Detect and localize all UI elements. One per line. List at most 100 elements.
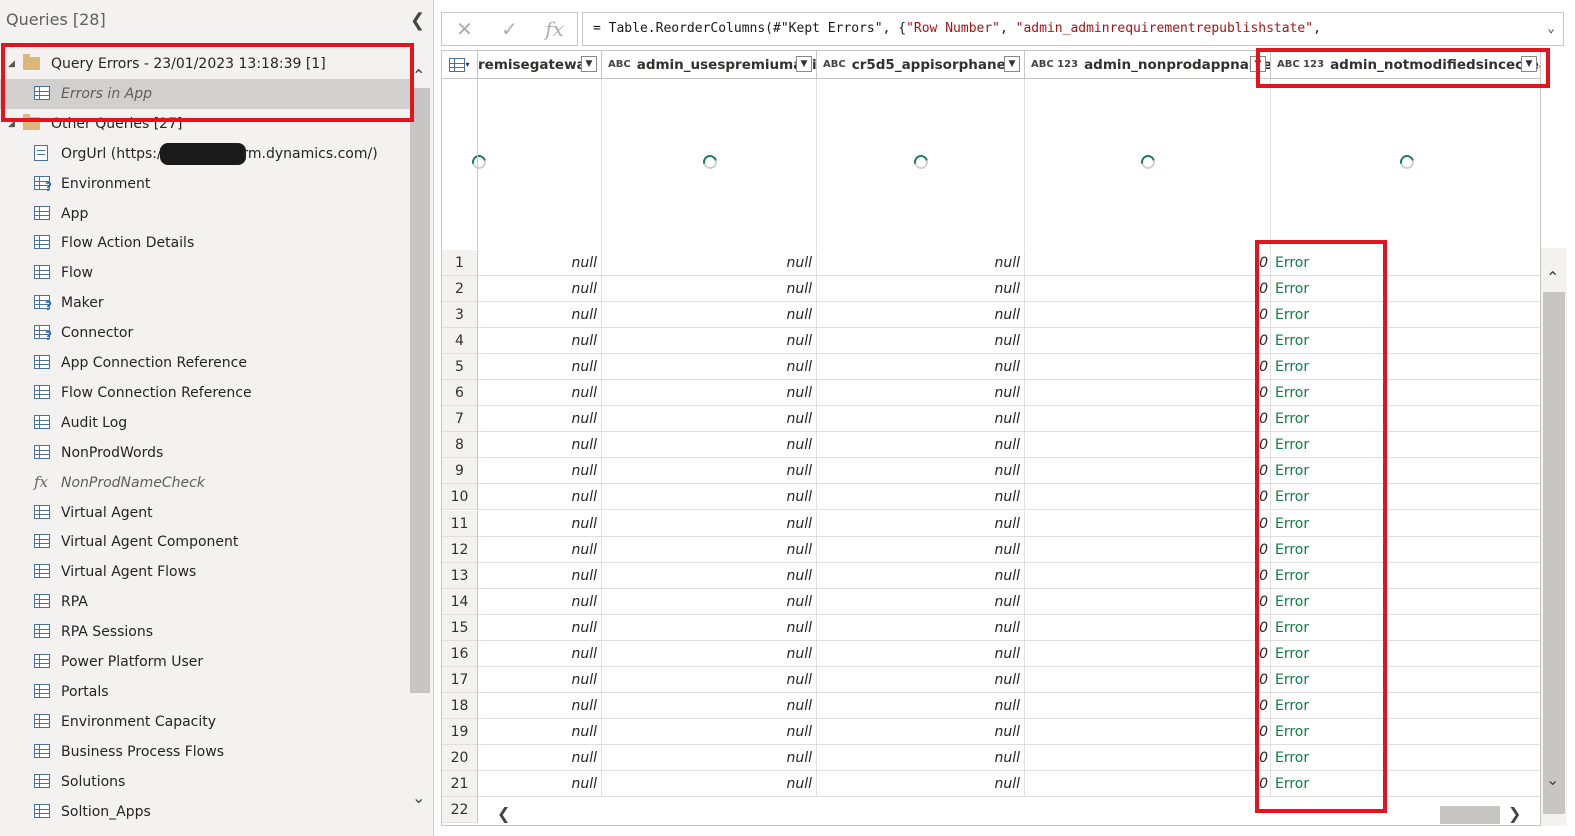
table-cell-null[interactable]: null [602, 641, 817, 667]
column-header[interactable]: ABC 123admin_nonprodappnamech...▼ [1025, 51, 1271, 79]
checkmark-icon[interactable]: ✓ [487, 17, 532, 41]
table-cell-null[interactable]: null [602, 276, 817, 302]
row-number[interactable]: 15 [442, 615, 478, 641]
column-header[interactable]: ABC admin_usespremiumapi ▼ [602, 51, 817, 79]
table-cell-null[interactable]: null [478, 615, 602, 641]
column-header[interactable]: remisegateway ▼ [478, 51, 602, 79]
table-cell-null[interactable]: null [602, 511, 817, 537]
table-cell-null[interactable]: null [602, 406, 817, 432]
query-item[interactable]: ? Connector [0, 318, 410, 348]
table-cell-null[interactable]: null [478, 667, 602, 693]
row-number[interactable]: 5 [442, 354, 478, 380]
row-number[interactable]: 19 [442, 719, 478, 745]
table-cell-null[interactable]: null [478, 693, 602, 719]
row-number[interactable]: 3 [442, 302, 478, 328]
scroll-left-icon[interactable]: ❮ [497, 804, 510, 823]
table-cell-value[interactable]: 0 [1025, 354, 1271, 380]
query-item[interactable]: ? Environment [0, 169, 410, 199]
query-item[interactable]: Audit Log [0, 408, 410, 438]
table-cell-null[interactable]: null [602, 745, 817, 771]
table-cell-null[interactable]: null [817, 328, 1025, 354]
query-item[interactable]: Flow Connection Reference [0, 378, 410, 408]
query-item[interactable]: Virtual Agent [0, 498, 410, 528]
table-cell-null[interactable]: null [478, 302, 602, 328]
table-cell-null[interactable]: null [478, 276, 602, 302]
table-cell-null[interactable]: null [602, 354, 817, 380]
query-item[interactable]: Soltion_Apps [0, 797, 410, 827]
chevron-left-icon[interactable]: ❮ [410, 10, 425, 31]
table-cell-value[interactable]: 0 [1025, 537, 1271, 563]
table-cell-null[interactable]: null [817, 745, 1025, 771]
table-cell-null[interactable]: null [478, 406, 602, 432]
table-cell-null[interactable]: null [817, 771, 1025, 797]
table-cell-null[interactable]: null [817, 615, 1025, 641]
table-cell-null[interactable]: null [478, 589, 602, 615]
table-cell-value[interactable]: 0 [1025, 563, 1271, 589]
row-number[interactable]: 10 [442, 484, 478, 510]
table-cell-null[interactable]: null [817, 354, 1025, 380]
row-number[interactable]: 20 [442, 745, 478, 771]
column-filter-dropdown-icon[interactable]: ▼ [1004, 56, 1020, 72]
table-cell-null[interactable]: null [817, 302, 1025, 328]
row-number[interactable]: 14 [442, 589, 478, 615]
table-cell-null[interactable]: null [817, 693, 1025, 719]
query-item[interactable]: App [0, 199, 410, 229]
table-cell-null[interactable]: null [478, 250, 602, 276]
table-cell-value[interactable]: 0 [1025, 511, 1271, 537]
table-cell-null[interactable]: null [602, 537, 817, 563]
query-item[interactable]: OrgUrl (https:// rm.dynamics.com/) [0, 139, 410, 169]
table-cell-null[interactable]: null [602, 563, 817, 589]
table-cell-value[interactable]: 0 [1025, 641, 1271, 667]
table-cell-null[interactable]: null [478, 458, 602, 484]
table-cell-value[interactable]: 0 [1025, 406, 1271, 432]
table-cell-null[interactable]: null [478, 484, 602, 510]
table-cell-null[interactable]: null [478, 719, 602, 745]
row-number[interactable]: 17 [442, 667, 478, 693]
row-number[interactable]: 6 [442, 380, 478, 406]
query-item[interactable]: ? Maker [0, 288, 410, 318]
query-item[interactable]: Business Process Flows [0, 737, 410, 767]
table-cell-value[interactable]: 0 [1025, 380, 1271, 406]
query-item[interactable]: App Connection Reference [0, 348, 410, 378]
table-cell-null[interactable]: null [602, 432, 817, 458]
column-filter-dropdown-icon[interactable]: ▼ [796, 56, 812, 72]
table-cell-null[interactable]: null [478, 511, 602, 537]
table-cell-null[interactable]: null [478, 537, 602, 563]
column-header[interactable]: ABC cr5d5_appisorphaned ▼ [817, 51, 1025, 79]
table-cell-null[interactable]: null [602, 719, 817, 745]
table-cell-value[interactable]: 0 [1025, 484, 1271, 510]
table-cell-null[interactable]: null [602, 589, 817, 615]
row-number[interactable]: 1 [442, 250, 478, 276]
row-number[interactable]: 22 [442, 797, 478, 823]
table-cell-null[interactable]: null [478, 745, 602, 771]
row-number[interactable]: 7 [442, 406, 478, 432]
scroll-down-icon[interactable]: ⌄ [1546, 770, 1559, 789]
column-filter-dropdown-icon[interactable]: ▼ [581, 56, 597, 72]
table-cell-value[interactable]: 0 [1025, 328, 1271, 354]
formula-input[interactable]: = Table.ReorderColumns(#"Kept Errors", {… [582, 12, 1564, 46]
table-cell-null[interactable]: null [817, 380, 1025, 406]
query-item[interactable]: NonProdWords [0, 438, 410, 468]
table-cell-value[interactable]: 0 [1025, 250, 1271, 276]
table-cell-value[interactable]: 0 [1025, 667, 1271, 693]
table-cell-value[interactable]: 0 [1025, 589, 1271, 615]
row-number[interactable]: 8 [442, 432, 478, 458]
row-number[interactable]: 2 [442, 276, 478, 302]
table-cell-null[interactable]: null [602, 693, 817, 719]
row-number[interactable]: 18 [442, 693, 478, 719]
table-menu-button[interactable]: ▾ [442, 51, 478, 79]
table-cell-value[interactable]: 0 [1025, 432, 1271, 458]
table-cell-null[interactable]: null [817, 563, 1025, 589]
row-number[interactable]: 4 [442, 328, 478, 354]
query-item[interactable]: Virtual Agent Flows [0, 557, 410, 587]
query-item[interactable]: Solutions [0, 767, 410, 797]
row-number[interactable]: 21 [442, 771, 478, 797]
chevron-down-icon[interactable]: ⌄ [1547, 13, 1555, 45]
row-number[interactable]: 11 [442, 511, 478, 537]
table-cell-null[interactable]: null [817, 641, 1025, 667]
table-cell-value[interactable]: 0 [1025, 615, 1271, 641]
query-item[interactable]: Power Platform User [0, 647, 410, 677]
table-cell-null[interactable]: null [478, 563, 602, 589]
row-number[interactable]: 9 [442, 458, 478, 484]
query-item[interactable]: Flow [0, 258, 410, 288]
